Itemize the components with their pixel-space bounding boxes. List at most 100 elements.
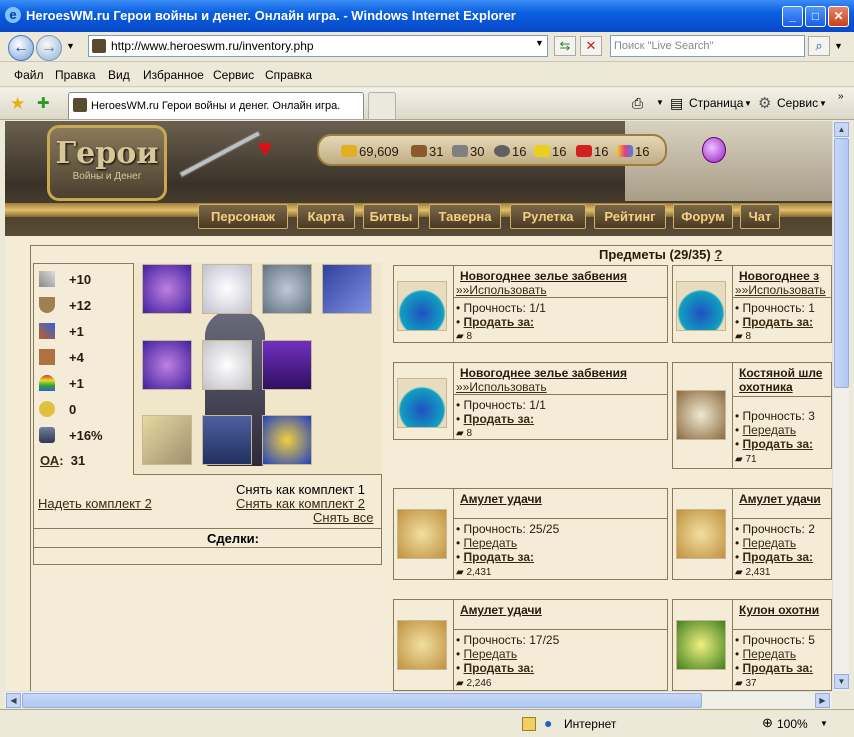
nav-battles[interactable]: Битвы	[363, 204, 419, 229]
tab-heroeswm[interactable]: HeroesWM.ru Герои войны и денег. Онлайн …	[68, 92, 364, 119]
use-link[interactable]: »»Использовать	[456, 283, 547, 297]
vertical-scroll-thumb[interactable]	[834, 138, 849, 388]
sell-link[interactable]: • Продать за:	[735, 661, 813, 675]
armor-slot[interactable]	[202, 340, 252, 390]
scroll-up-icon[interactable]: ▲	[834, 122, 849, 137]
item-name-link[interactable]: Костяной шле	[739, 366, 822, 380]
transfer-link[interactable]: • Передать	[456, 647, 517, 661]
zoom-dropdown-icon[interactable]: ▼	[820, 719, 828, 728]
page-dropdown-icon[interactable]: ▼	[744, 99, 752, 108]
search-options-icon[interactable]: ▼	[834, 41, 843, 51]
sell-link[interactable]: • Продать за:	[735, 315, 813, 329]
item-name-link[interactable]: Новогоднее зелье забвения	[460, 269, 627, 283]
vertical-scrollbar[interactable]: ▲ ▼	[832, 121, 849, 691]
history-dropdown-icon[interactable]: ▼	[66, 41, 75, 51]
sell-link[interactable]: • Продать за:	[735, 437, 813, 451]
book-slot[interactable]	[322, 264, 372, 314]
scroll-down-icon[interactable]: ▼	[834, 674, 849, 689]
minimize-button[interactable]: _	[782, 6, 803, 27]
potion-icon[interactable]	[397, 281, 447, 331]
sell-link[interactable]: • Продать за:	[456, 412, 534, 426]
transfer-link[interactable]: • Передать	[456, 536, 517, 550]
remove-as-set-2-link[interactable]: Снять как комплект 2	[236, 496, 365, 511]
transfer-link[interactable]: • Передать	[735, 647, 796, 661]
nav-roulette[interactable]: Рулетка	[510, 204, 586, 229]
sell-link[interactable]: • Продать за:	[456, 550, 534, 564]
game-logo[interactable]: Герои Войны и Денег	[47, 125, 167, 201]
tools-menu[interactable]: Сервис	[777, 96, 818, 110]
helmet-slot[interactable]	[202, 264, 252, 314]
forward-button[interactable]: →	[36, 35, 62, 61]
transfer-link[interactable]: • Передать	[735, 423, 796, 437]
nav-forum[interactable]: Форум	[673, 204, 733, 229]
refresh-button[interactable]: ⇆	[554, 36, 576, 56]
sell-link[interactable]: • Продать за:	[456, 661, 534, 675]
help-link[interactable]: ?	[714, 247, 722, 262]
zoom-icon[interactable]: ⊕	[762, 715, 773, 731]
transfer-link[interactable]: • Передать	[735, 536, 796, 550]
search-icon[interactable]: ⌕	[808, 36, 830, 56]
new-tab-button[interactable]	[368, 92, 396, 119]
nav-rating[interactable]: Рейтинг	[594, 204, 666, 229]
nav-map[interactable]: Карта	[297, 204, 355, 229]
address-input[interactable]: http://www.heroeswm.ru/inventory.php	[88, 35, 548, 57]
menu-favorites[interactable]: Избранное	[143, 68, 204, 82]
item-name-link[interactable]: Амулет удачи	[460, 603, 542, 617]
amulet-icon[interactable]	[397, 620, 447, 670]
ring-slot-1[interactable]	[142, 264, 192, 314]
health-heart-icon[interactable]: ♥	[258, 135, 272, 163]
bone-helmet-icon[interactable]	[676, 390, 726, 440]
menu-edit[interactable]: Правка	[55, 68, 96, 82]
add-favorite-icon[interactable]: ✚	[37, 94, 50, 112]
toolbar-overflow-icon[interactable]: »	[838, 91, 844, 102]
item-name-link[interactable]: Амулет удачи	[739, 492, 821, 506]
remove-as-set-1-link[interactable]: Снять как комплект 1	[236, 482, 365, 497]
print-dropdown-icon[interactable]: ▼	[656, 98, 664, 107]
use-link[interactable]: »»Использовать	[735, 283, 826, 297]
item-name-link[interactable]: Новогоднее з	[739, 269, 819, 283]
nav-tavern[interactable]: Таверна	[429, 204, 501, 229]
gear-icon[interactable]: ⚙	[758, 94, 771, 112]
ring-slot-2[interactable]	[142, 340, 192, 390]
mana-potion-icon[interactable]	[702, 137, 726, 163]
horizontal-scrollbar[interactable]: ◀ ▶	[5, 691, 832, 708]
potion-icon[interactable]	[397, 378, 447, 428]
weapon-slot[interactable]	[142, 415, 192, 465]
maximize-button[interactable]: □	[805, 6, 826, 27]
stop-button[interactable]: ✕	[580, 36, 602, 56]
potion-icon[interactable]	[676, 281, 726, 331]
scroll-left-icon[interactable]: ◀	[6, 693, 21, 708]
use-link[interactable]: »»Использовать	[456, 380, 547, 394]
item-name-link[interactable]: Кулон охотни	[739, 603, 819, 617]
oa-link[interactable]: ОА	[40, 453, 59, 468]
favorites-star-icon[interactable]: ★	[10, 94, 25, 114]
page-menu[interactable]: Страница	[689, 96, 743, 110]
remove-all-link[interactable]: Снять все	[313, 510, 373, 525]
shield-slot[interactable]	[262, 415, 312, 465]
amulet-slot[interactable]	[262, 264, 312, 314]
close-button[interactable]: ✕	[828, 6, 849, 27]
horizontal-scroll-thumb[interactable]	[22, 693, 702, 708]
hunter-pendant-icon[interactable]	[676, 620, 726, 670]
item-name-link[interactable]: охотника	[739, 380, 793, 394]
amulet-icon[interactable]	[397, 509, 447, 559]
page-icon[interactable]: ▤	[670, 95, 683, 112]
zoom-level[interactable]: 100%	[777, 717, 808, 731]
print-icon[interactable]: ⎙	[632, 95, 643, 112]
menu-help[interactable]: Справка	[265, 68, 312, 82]
search-input[interactable]: Поиск "Live Search"	[610, 35, 805, 57]
wear-set-2-link[interactable]: Надеть комплект 2	[38, 496, 152, 511]
boots-slot[interactable]	[202, 415, 252, 465]
cloak-slot[interactable]	[262, 340, 312, 390]
nav-chat[interactable]: Чат	[740, 204, 780, 229]
scroll-right-icon[interactable]: ▶	[815, 693, 830, 708]
sell-link[interactable]: • Продать за:	[735, 550, 813, 564]
menu-view[interactable]: Вид	[108, 68, 130, 82]
menu-file[interactable]: Файл	[14, 68, 44, 82]
menu-tools[interactable]: Сервис	[213, 68, 254, 82]
sell-link[interactable]: • Продать за:	[456, 315, 534, 329]
item-name-link[interactable]: Амулет удачи	[460, 492, 542, 506]
tools-dropdown-icon[interactable]: ▼	[819, 99, 827, 108]
address-dropdown-icon[interactable]: ▼	[535, 38, 544, 48]
item-name-link[interactable]: Новогоднее зелье забвения	[460, 366, 627, 380]
